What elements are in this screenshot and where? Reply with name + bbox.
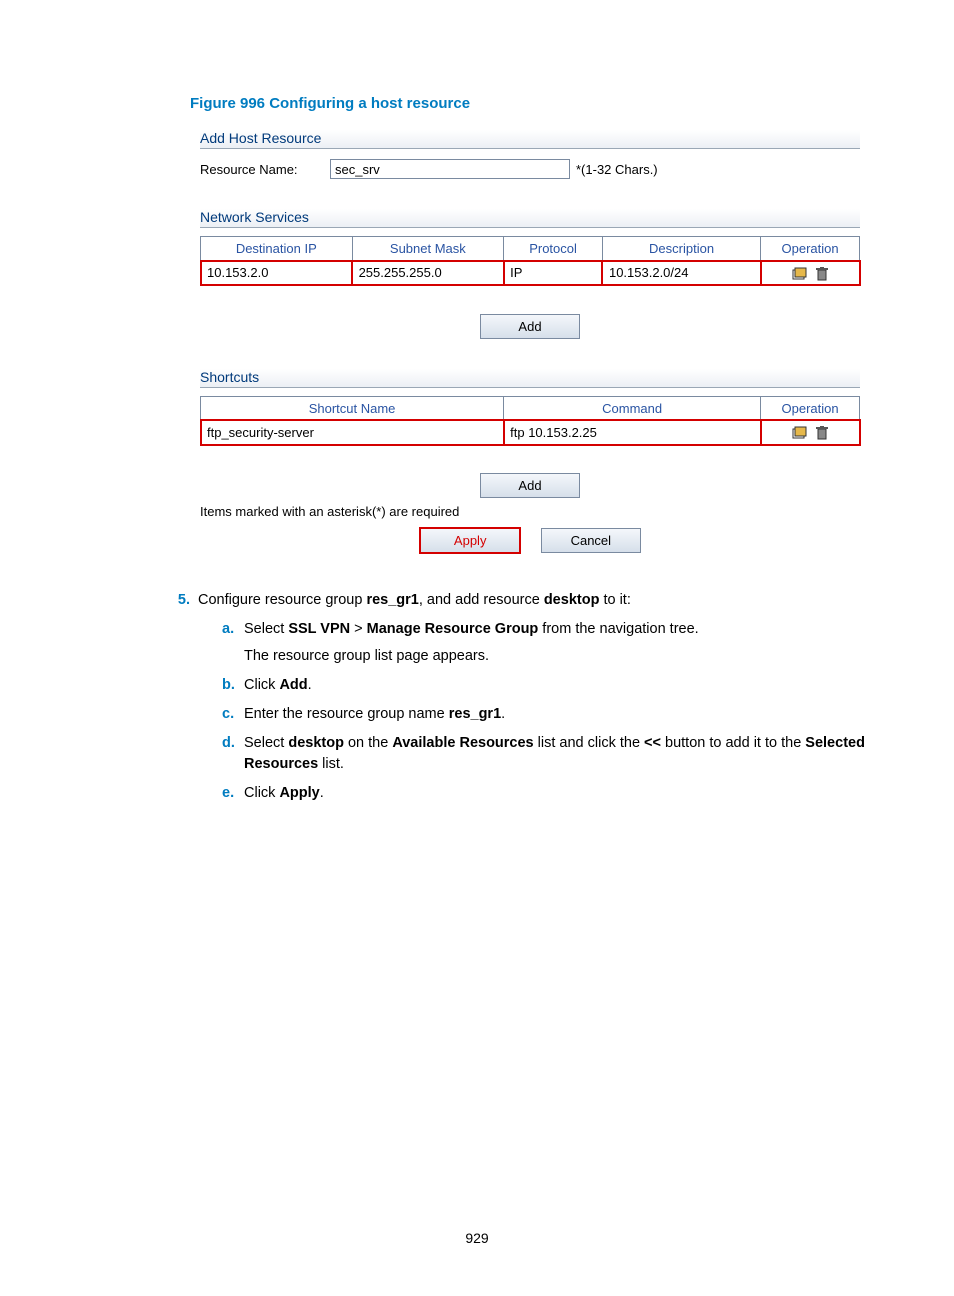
- cancel-button[interactable]: Cancel: [541, 528, 641, 553]
- th-subnet: Subnet Mask: [352, 237, 504, 261]
- text: to it:: [599, 592, 630, 608]
- section-shortcuts: Shortcuts: [200, 369, 860, 388]
- cell-mask: 255.255.255.0: [352, 261, 504, 286]
- resource-name-hint: *(1-32 Chars.): [576, 162, 658, 177]
- text: button to add it to the: [661, 735, 805, 751]
- add-button[interactable]: Add: [480, 473, 580, 498]
- bold: desktop: [288, 735, 344, 751]
- text: Click: [244, 785, 279, 801]
- th-protocol: Protocol: [504, 237, 603, 261]
- step-body: Configure resource group res_gr1, and ad…: [198, 590, 894, 804]
- cell-operation: [761, 261, 860, 286]
- trash-icon[interactable]: [816, 267, 828, 281]
- text: Select: [244, 735, 288, 751]
- instruction-list: 5. Configure resource group res_gr1, and…: [160, 590, 894, 804]
- substep-label: b.: [222, 675, 244, 696]
- text: Configure resource group: [198, 592, 366, 608]
- bold: desktop: [544, 592, 600, 608]
- substep-c: c. Enter the resource group name res_gr1…: [222, 704, 894, 725]
- text: The resource group list page appears.: [244, 646, 894, 667]
- bold: Available Resources: [392, 735, 533, 751]
- figure-caption: Figure 996 Configuring a host resource: [190, 95, 894, 112]
- bold: Add: [279, 677, 307, 693]
- add-button[interactable]: Add: [480, 314, 580, 339]
- text: .: [308, 677, 312, 693]
- th-description: Description: [602, 237, 760, 261]
- required-note: Items marked with an asterisk(*) are req…: [200, 504, 860, 519]
- th-command: Command: [504, 396, 761, 420]
- cell-desc: 10.153.2.0/24: [602, 261, 760, 286]
- resource-name-label: Resource Name:: [200, 162, 330, 177]
- cell-protocol: IP: [504, 261, 603, 286]
- table-header-row: Destination IP Subnet Mask Protocol Desc…: [201, 237, 860, 261]
- th-operation: Operation: [761, 396, 860, 420]
- trash-icon[interactable]: [816, 426, 828, 440]
- bold: <<: [644, 735, 661, 751]
- substep-label: a.: [222, 619, 244, 667]
- shortcuts-table: Shortcut Name Command Operation ftp_secu…: [200, 396, 860, 446]
- th-shortcut-name: Shortcut Name: [201, 396, 504, 420]
- text: Select: [244, 621, 288, 637]
- substep-label: c.: [222, 704, 244, 725]
- cell-operation: [761, 420, 860, 445]
- bold: res_gr1: [366, 592, 418, 608]
- step-5: 5. Configure resource group res_gr1, and…: [160, 590, 894, 804]
- text: .: [320, 785, 324, 801]
- cell-dest-ip: 10.153.2.0: [201, 261, 353, 286]
- cell-command: ftp 10.153.2.25: [504, 420, 761, 445]
- network-services-table: Destination IP Subnet Mask Protocol Desc…: [200, 236, 860, 286]
- substep-e: e. Click Apply.: [222, 783, 894, 804]
- screenshot-panel: Add Host Resource Resource Name: *(1-32 …: [200, 130, 860, 554]
- section-add-host: Add Host Resource: [200, 130, 860, 149]
- apply-button[interactable]: Apply: [419, 527, 521, 554]
- substep-a: a. Select SSL VPN > Manage Resource Grou…: [222, 619, 894, 667]
- text: from the navigation tree.: [538, 621, 698, 637]
- bold: Manage Resource Group: [367, 621, 539, 637]
- table-row: 10.153.2.0 255.255.255.0 IP 10.153.2.0/2…: [201, 261, 860, 286]
- section-network-services: Network Services: [200, 209, 860, 228]
- page-number: 929: [0, 1230, 954, 1246]
- edit-icon[interactable]: [792, 426, 808, 440]
- text: on the: [344, 735, 392, 751]
- text: >: [350, 621, 367, 637]
- text: Enter the resource group name: [244, 706, 449, 722]
- substep-b: b. Click Add.: [222, 675, 894, 696]
- step-number: 5.: [160, 590, 198, 804]
- substep-label: e.: [222, 783, 244, 804]
- table-header-row: Shortcut Name Command Operation: [201, 396, 860, 420]
- resource-name-row: Resource Name: *(1-32 Chars.): [200, 159, 860, 179]
- th-operation: Operation: [761, 237, 860, 261]
- text: , and add resource: [419, 592, 544, 608]
- text: Click: [244, 677, 279, 693]
- text: .: [501, 706, 505, 722]
- bold: SSL VPN: [288, 621, 350, 637]
- bold: res_gr1: [449, 706, 501, 722]
- table-row: ftp_security-server ftp 10.153.2.25: [201, 420, 860, 445]
- text: list and click the: [534, 735, 644, 751]
- substep-label: d.: [222, 733, 244, 775]
- cell-shortcut-name: ftp_security-server: [201, 420, 504, 445]
- text: list.: [318, 756, 344, 772]
- edit-icon[interactable]: [792, 267, 808, 281]
- th-dest-ip: Destination IP: [201, 237, 353, 261]
- bold: Apply: [279, 785, 319, 801]
- resource-name-input[interactable]: [330, 159, 570, 179]
- substep-d: d. Select desktop on the Available Resou…: [222, 733, 894, 775]
